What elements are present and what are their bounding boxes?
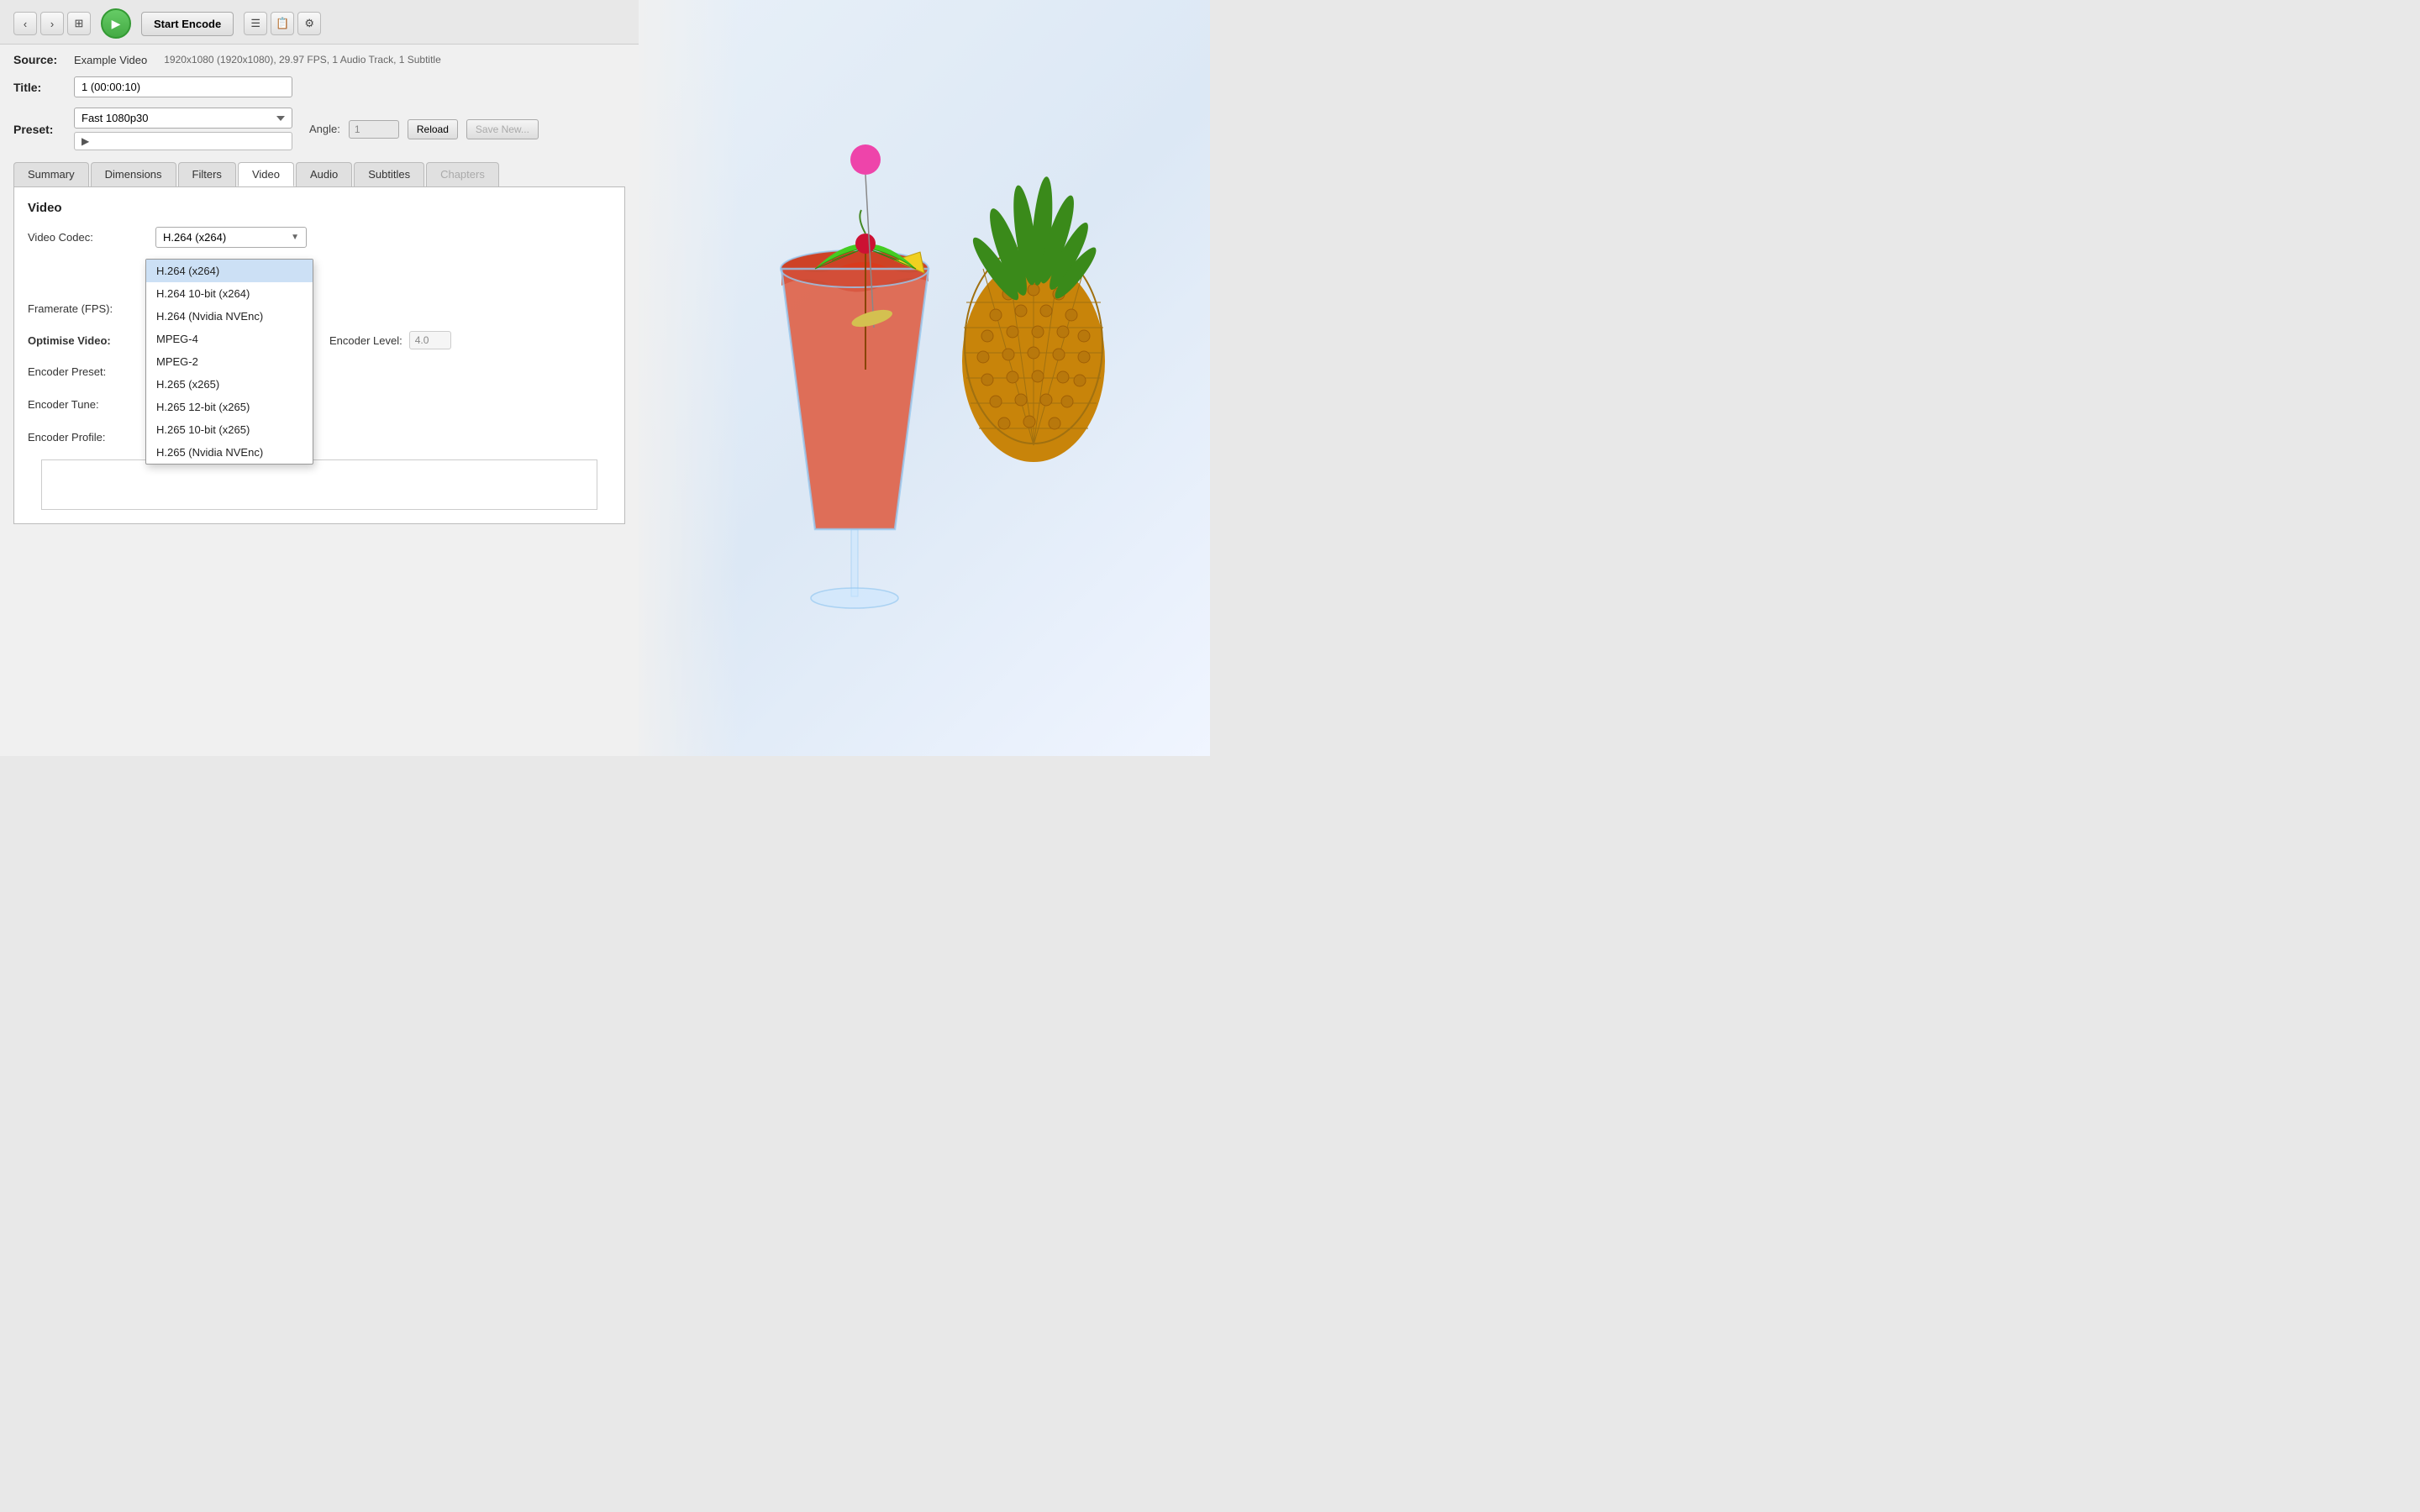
tab-audio[interactable]: Audio (296, 162, 352, 186)
tab-chapters: Chapters (426, 162, 499, 186)
video-codec-row: Video Codec: H.264 (x264) ▼ H.264 (x264)… (28, 227, 611, 248)
source-row: Source: Example Video 1920x1080 (1920x10… (0, 45, 639, 71)
preset-label: Preset: (13, 123, 64, 136)
angle-reload-group: Angle: Reload Save New... (309, 119, 539, 139)
optimise-row: Optimise Video: Fast Fast Decode Encoder… (28, 331, 611, 349)
angle-label: Angle: (309, 123, 340, 135)
start-encode-button[interactable]: Start Encode (141, 12, 234, 36)
preset-select[interactable]: Fast 1080p30 (74, 108, 292, 129)
codec-option-h265-12bit[interactable]: H.265 12-bit (x265) (146, 396, 313, 418)
preview-play-button[interactable]: ▶ (101, 8, 131, 39)
reload-button[interactable]: Reload (408, 119, 458, 139)
activity-icon[interactable]: 📋 (271, 12, 294, 35)
encoder-level-input[interactable] (409, 331, 451, 349)
encoder-level-label: Encoder Level: (329, 334, 402, 347)
summary-area (41, 459, 597, 510)
codec-option-h265-10bit[interactable]: H.265 10-bit (x265) (146, 418, 313, 441)
title-input[interactable] (74, 76, 292, 97)
optimise-label: Optimise Video: (28, 334, 145, 347)
encoder-level-row: Encoder Level: (329, 331, 451, 349)
tab-dimensions[interactable]: Dimensions (91, 162, 176, 186)
source-meta: 1920x1080 (1920x1080), 29.97 FPS, 1 Audi… (164, 54, 441, 66)
source-filename: Example Video (74, 54, 147, 66)
right-decoration (639, 0, 1210, 756)
queue-icon[interactable]: ☰ (244, 12, 267, 35)
codec-dropdown-arrow: ▼ (291, 233, 299, 242)
codec-option-mpeg4[interactable]: MPEG-4 (146, 328, 313, 350)
tabs-bar: Summary Dimensions Filters Video Audio S… (0, 155, 639, 186)
encoder-profile-label: Encoder Profile: (28, 431, 145, 444)
cocktail-image-area (723, 84, 1143, 672)
encoder-preset-row: Encoder Preset: Fast (28, 361, 611, 382)
codec-option-h265[interactable]: H.265 (x265) (146, 373, 313, 396)
save-new-button[interactable]: Save New... (466, 119, 539, 139)
encoder-profile-row: Encoder Profile: Main (28, 427, 611, 448)
encoder-tune-label: Encoder Tune: (28, 398, 145, 411)
encoder-tune-row: Encoder Tune: None (28, 394, 611, 415)
tab-video[interactable]: Video (238, 162, 294, 186)
source-label: Source: (13, 53, 64, 66)
panel-title: Video (28, 201, 611, 215)
codec-option-h264[interactable]: H.264 (x264) (146, 260, 313, 282)
framerate-row: Framerate (FPS): Same as source 5 10 15 … (28, 298, 611, 319)
codec-option-h264-10bit[interactable]: H.264 10-bit (x264) (146, 282, 313, 305)
preset-path: ▶ (82, 135, 89, 147)
settings-icon[interactable]: ⚙ (297, 12, 321, 35)
codec-option-h264-nvenc[interactable]: H.264 (Nvidia NVEnc) (146, 305, 313, 328)
codec-selected-value: H.264 (x264) (163, 231, 226, 244)
tab-filters[interactable]: Filters (178, 162, 236, 186)
video-panel: Video Video Codec: H.264 (x264) ▼ H.264 … (13, 186, 625, 524)
preset-row: Preset: Fast 1080p30 ▶ Angle: Reload Sav… (0, 102, 639, 155)
forward-button[interactable]: › (40, 12, 64, 35)
codec-dropdown-menu: H.264 (x264) H.264 10-bit (x264) H.264 (… (145, 259, 313, 465)
codec-option-mpeg2[interactable]: MPEG-2 (146, 350, 313, 373)
header-bar: ‹ › ⊞ ▶ Start Encode ☰ 📋 ⚙ (0, 0, 639, 45)
tab-subtitles[interactable]: Subtitles (354, 162, 424, 186)
framerate-label: Framerate (FPS): (28, 302, 145, 315)
video-codec-select[interactable]: H.264 (x264) ▼ (155, 227, 307, 248)
codec-option-h265-nvenc[interactable]: H.265 (Nvidia NVEnc) (146, 441, 313, 464)
title-label: Title: (13, 81, 64, 94)
angle-input[interactable] (349, 120, 399, 139)
toolbar-icons: ☰ 📋 ⚙ (244, 12, 321, 35)
back-button[interactable]: ‹ (13, 12, 37, 35)
source-button[interactable]: ⊞ (67, 12, 91, 35)
main-panel: ‹ › ⊞ ▶ Start Encode ☰ 📋 ⚙ Source: Examp… (0, 0, 639, 756)
title-row: Title: (0, 71, 639, 102)
video-codec-label: Video Codec: (28, 231, 145, 244)
nav-buttons: ‹ › ⊞ (13, 12, 91, 35)
encoder-preset-label: Encoder Preset: (28, 365, 145, 378)
tab-summary[interactable]: Summary (13, 162, 89, 186)
